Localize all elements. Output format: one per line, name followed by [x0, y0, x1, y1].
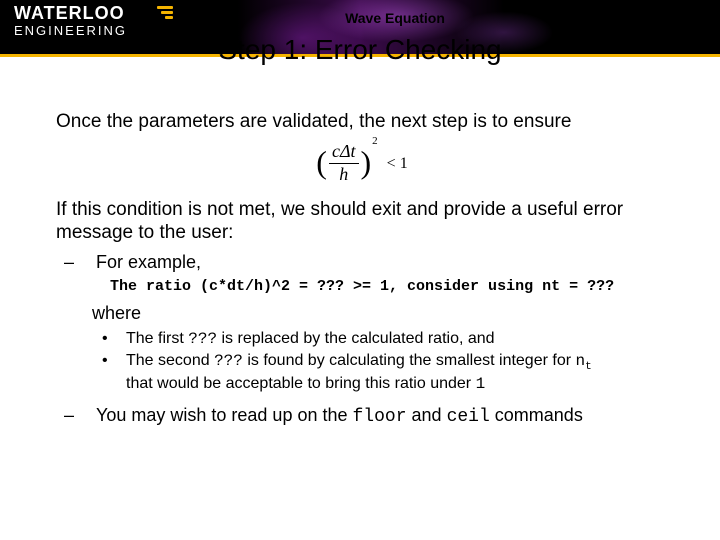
logo-accent-icon — [155, 6, 175, 20]
formula-denominator: h — [329, 164, 359, 186]
formula: (cΔth)2 < 1 — [316, 141, 407, 186]
code-line: The ratio (c*dt/h)^2 = ??? >= 1, conside… — [110, 278, 668, 296]
formula-row: (cΔth)2 < 1 — [56, 141, 668, 186]
header-label: Wave Equation — [280, 10, 510, 26]
paragraph-2: If this condition is not met, we should … — [56, 198, 668, 244]
where-label: where — [92, 303, 668, 325]
bullet-for-example: –For example, — [80, 252, 668, 274]
sub-bullet-1: •The first ??? is replaced by the calcul… — [114, 329, 668, 349]
waterloo-logo: WATERLOO ENGINEERING — [14, 4, 127, 37]
slide-body: Once the parameters are validated, the n… — [56, 110, 668, 433]
formula-numerator: cΔt — [329, 141, 359, 164]
sub-bullet-2: •The second ??? is found by calculating … — [114, 351, 668, 395]
formula-tail: < 1 — [383, 155, 408, 172]
bullet-read-up: –You may wish to read up on the floor an… — [80, 405, 668, 429]
slide-title: Step 1: Error Checking — [0, 34, 720, 66]
slide: WATERLOO ENGINEERING Wave Equation 32 St… — [0, 0, 720, 540]
paragraph-1: Once the parameters are validated, the n… — [56, 110, 668, 133]
logo-line1: WATERLOO — [14, 4, 127, 22]
